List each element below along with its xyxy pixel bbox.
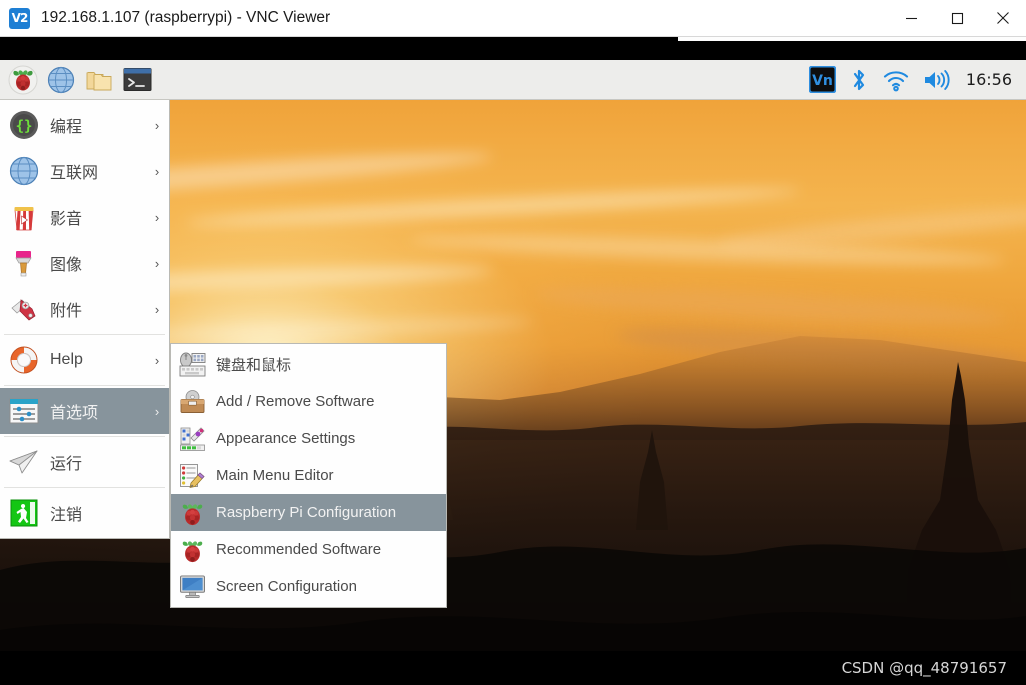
remote-desktop-view[interactable]: CSDN @qq_48791657 Vn 16:56 {} 编程 › 互联网 ›… [0, 60, 1026, 685]
submenu-item-label: Main Menu Editor [216, 467, 334, 484]
panel-launcher-group [0, 64, 153, 96]
submenu-item-add-remove-software[interactable]: Add / Remove Software [171, 383, 446, 420]
vnc-icon: Vn [808, 66, 836, 93]
window-controls [888, 0, 1026, 37]
chevron-right-icon: › [154, 301, 160, 317]
taskbar-panel: Vn 16:56 [0, 60, 1026, 100]
menu-separator [4, 487, 165, 488]
minimize-button[interactable] [888, 0, 934, 37]
vnc-logo-icon: V2 [9, 7, 30, 29]
window-edge-strip [678, 37, 1026, 41]
raspberry-pi-config-icon [178, 499, 206, 527]
preferences-submenu: 键盘和鼠标 Add / Remove Software Appearance S… [170, 343, 447, 608]
maximize-button[interactable] [934, 0, 980, 37]
graphics-paintbrush-icon [7, 246, 41, 280]
preferences-icon [7, 394, 41, 428]
terminal-icon [123, 68, 151, 91]
panel-clock[interactable]: 16:56 [966, 70, 1012, 89]
bluetooth-tray-icon[interactable] [849, 67, 869, 93]
window-titlebar: V2 192.168.1.107 (raspberrypi) - VNC Vie… [0, 0, 1026, 37]
menu-separator [4, 385, 165, 386]
main-menu-editor-icon [178, 462, 206, 490]
menu-item-label: 注销 [50, 507, 83, 524]
chevron-right-icon: › [154, 352, 160, 368]
submenu-item-screen-configuration[interactable]: Screen Configuration [171, 568, 446, 605]
accessories-knife-icon [7, 292, 41, 326]
menu-item-accessories[interactable]: 附件 › [0, 286, 169, 332]
programming-icon: {} [7, 108, 41, 142]
menu-separator [4, 436, 165, 437]
folder-icon [86, 72, 111, 91]
menu-item-sound-video[interactable]: 影音 › [0, 194, 169, 240]
terminal-launcher[interactable] [121, 64, 153, 96]
wifi-icon [883, 70, 908, 91]
menu-item-help[interactable]: Help › [0, 337, 169, 383]
menu-item-run[interactable]: 运行 [0, 439, 169, 485]
close-button[interactable] [980, 0, 1026, 37]
web-browser-launcher[interactable] [45, 64, 77, 96]
submenu-item-label: Recommended Software [216, 541, 382, 558]
menu-item-label: Help [50, 351, 83, 368]
svg-text:{}: {} [16, 119, 33, 135]
titlebar-left-group: V2 192.168.1.107 (raspberrypi) - VNC Vie… [0, 7, 888, 29]
window-title: 192.168.1.107 (raspberrypi) - VNC Viewer [41, 9, 331, 26]
chevron-right-icon: › [154, 117, 160, 133]
chevron-right-icon: › [154, 209, 160, 225]
globe-icon [47, 66, 75, 93]
speaker-icon [924, 69, 950, 90]
menu-item-programming[interactable]: {} 编程 › [0, 102, 169, 148]
keyboard-mouse-icon [178, 351, 206, 379]
raspberry-logo-icon [8, 65, 38, 94]
submenu-item-recommended-software[interactable]: Recommended Software [171, 531, 446, 568]
internet-globe-icon [7, 154, 41, 188]
menu-item-label: 影音 [50, 211, 83, 228]
submenu-item-keyboard-and-mouse[interactable]: 键盘和鼠标 [171, 346, 446, 383]
menu-item-label: 首选项 [50, 405, 99, 422]
vnc-server-tray-icon[interactable]: Vn [808, 66, 836, 93]
run-paperplane-icon [7, 445, 41, 479]
submenu-item-raspberry-pi-configuration[interactable]: Raspberry Pi Configuration [171, 494, 446, 531]
submenu-item-main-menu-editor[interactable]: Main Menu Editor [171, 457, 446, 494]
menu-button[interactable] [7, 64, 39, 96]
submenu-item-label: 键盘和鼠标 [216, 357, 292, 374]
application-menu: {} 编程 › 互联网 › 影音 › 图像 › 附件 › Help › 首选项 … [0, 100, 170, 539]
file-manager-launcher[interactable] [83, 64, 115, 96]
menu-item-label: 附件 [50, 303, 83, 320]
submenu-item-label: Raspberry Pi Configuration [216, 504, 397, 521]
menu-item-graphics[interactable]: 图像 › [0, 240, 169, 286]
submenu-item-label: Add / Remove Software [216, 393, 375, 410]
submenu-item-label: Screen Configuration [216, 578, 357, 595]
svg-text:Vn: Vn [812, 73, 833, 89]
watermark-bar: CSDN @qq_48791657 [0, 651, 1026, 685]
menu-item-logout[interactable]: 注销 [0, 490, 169, 536]
recommended-software-icon [178, 536, 206, 564]
menu-item-label: 运行 [50, 456, 83, 473]
watermark-text: CSDN @qq_48791657 [841, 659, 1007, 677]
menu-item-label: 图像 [50, 257, 83, 274]
appearance-settings-icon [178, 425, 206, 453]
chevron-right-icon: › [154, 403, 160, 419]
screen-configuration-icon [178, 573, 206, 601]
submenu-item-appearance-settings[interactable]: Appearance Settings [171, 420, 446, 457]
sound-video-icon [7, 200, 41, 234]
chevron-right-icon: › [154, 255, 160, 271]
wifi-tray-icon[interactable] [882, 68, 910, 92]
panel-system-tray: Vn 16:56 [808, 66, 1026, 93]
submenu-item-label: Appearance Settings [216, 430, 356, 447]
menu-item-internet[interactable]: 互联网 › [0, 148, 169, 194]
logout-icon [7, 496, 41, 530]
menu-item-label: 互联网 [50, 165, 99, 182]
menu-item-preferences[interactable]: 首选项 › [0, 388, 169, 434]
help-lifebuoy-icon [7, 343, 41, 377]
menu-item-label: 编程 [50, 119, 83, 136]
bluetooth-icon [853, 69, 864, 90]
menu-separator [4, 334, 165, 335]
chevron-right-icon: › [154, 163, 160, 179]
add-remove-software-icon [178, 388, 206, 416]
vnc-viewer-window: V2 192.168.1.107 (raspberrypi) - VNC Vie… [0, 0, 1026, 685]
volume-tray-icon[interactable] [923, 68, 950, 92]
